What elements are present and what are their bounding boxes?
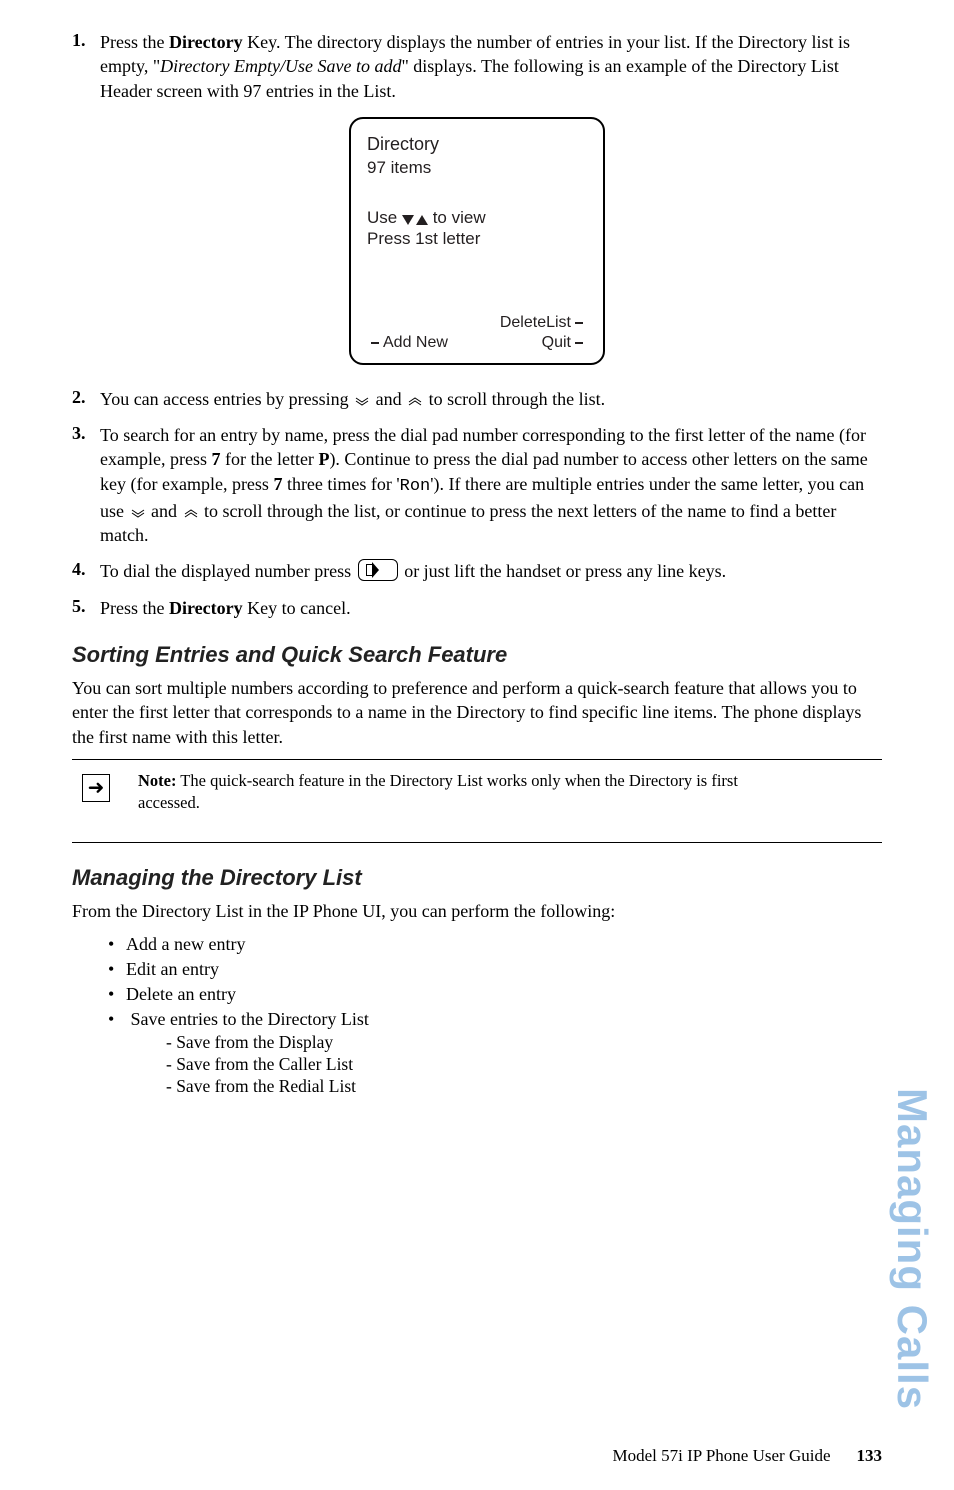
phone-screen-illustration: Directory 97 items Use to view Press 1st… bbox=[349, 117, 605, 365]
softkey-deletelist: DeleteList bbox=[500, 313, 571, 333]
scroll-up-icon bbox=[408, 397, 422, 406]
t: Press the bbox=[100, 598, 169, 618]
section-heading-sorting: Sorting Entries and Quick Search Feature bbox=[72, 642, 882, 668]
step-4-text: To dial the displayed number press or ju… bbox=[100, 559, 882, 583]
managing-intro: From the Directory List in the IP Phone … bbox=[72, 899, 882, 923]
softkey-dash-icon bbox=[575, 322, 583, 324]
t: Ron bbox=[400, 477, 431, 496]
step-number: 4. bbox=[72, 559, 100, 583]
softkey-dash-icon bbox=[371, 342, 379, 344]
softkey-quit: Quit bbox=[542, 333, 571, 353]
step-number: 3. bbox=[72, 423, 100, 547]
list-item: Delete an entry bbox=[126, 984, 882, 1005]
t: Directory bbox=[169, 598, 243, 618]
t: You can access entries by pressing bbox=[100, 389, 353, 409]
triangle-down-icon bbox=[402, 215, 414, 225]
t: Directory Empty/Use Save to add bbox=[160, 56, 401, 76]
side-tab-label: Managing Calls bbox=[888, 1088, 936, 1410]
list-item: Add a new entry bbox=[126, 934, 882, 955]
note-text: Note: The quick-search feature in the Di… bbox=[138, 770, 882, 815]
note-arrow-icon: ➜ bbox=[82, 774, 110, 802]
triangle-up-icon bbox=[416, 215, 428, 225]
t: to view bbox=[428, 208, 486, 227]
scroll-down-icon bbox=[355, 397, 369, 406]
t: to scroll through the list, or continue … bbox=[100, 501, 836, 545]
list-item: - Save from the Redial List bbox=[166, 1076, 882, 1097]
t: To dial the displayed number press bbox=[100, 561, 356, 581]
list-item: Edit an entry bbox=[126, 959, 882, 980]
list-item: Save entries to the Directory List - Sav… bbox=[126, 1009, 882, 1097]
note-box: ➜ Note: The quick-search feature in the … bbox=[72, 759, 882, 844]
footer-page-number: 133 bbox=[857, 1446, 883, 1466]
t: and bbox=[376, 389, 407, 409]
t: to scroll through the list. bbox=[429, 389, 605, 409]
sorting-body: You can sort multiple numbers according … bbox=[72, 676, 882, 749]
step-1-text: Press the Directory Key. The directory d… bbox=[100, 30, 882, 103]
t: Save entries to the Directory List bbox=[131, 1009, 369, 1029]
step-3-text: To search for an entry by name, press th… bbox=[100, 423, 882, 547]
t: for the letter bbox=[220, 449, 318, 469]
phone-press-line: Press 1st letter bbox=[367, 228, 587, 249]
list-item: - Save from the Display bbox=[166, 1032, 882, 1053]
section-heading-managing: Managing the Directory List bbox=[72, 865, 882, 891]
t: or just lift the handset or press any li… bbox=[404, 561, 726, 581]
t: three times for ' bbox=[282, 474, 399, 494]
footer-title: Model 57i IP Phone User Guide bbox=[613, 1446, 831, 1466]
t: Key to cancel. bbox=[243, 598, 351, 618]
scroll-down-icon bbox=[131, 509, 145, 518]
t: Directory bbox=[169, 32, 243, 52]
step-number: 1. bbox=[72, 30, 100, 103]
page-footer: Model 57i IP Phone User Guide 133 bbox=[613, 1446, 883, 1466]
phone-title: Directory bbox=[367, 133, 587, 156]
t: Press the bbox=[100, 32, 169, 52]
step-5-text: Press the Directory Key to cancel. bbox=[100, 596, 882, 620]
step-number: 5. bbox=[72, 596, 100, 620]
phone-item-count: 97 items bbox=[367, 157, 587, 178]
softkey-dash-icon bbox=[575, 342, 583, 344]
softkey-addnew: Add New bbox=[383, 333, 448, 353]
t: P bbox=[318, 449, 329, 469]
t: Use bbox=[367, 208, 402, 227]
phone-use-line: Use to view bbox=[367, 207, 587, 228]
speaker-button-icon bbox=[358, 559, 398, 581]
t: The quick-search feature in the Director… bbox=[138, 771, 738, 812]
scroll-up-icon bbox=[184, 509, 198, 518]
step-number: 2. bbox=[72, 387, 100, 411]
step-2-text: You can access entries by pressing and t… bbox=[100, 387, 882, 411]
list-item: - Save from the Caller List bbox=[166, 1054, 882, 1075]
t: and bbox=[151, 501, 182, 521]
note-label: Note: bbox=[138, 771, 176, 790]
